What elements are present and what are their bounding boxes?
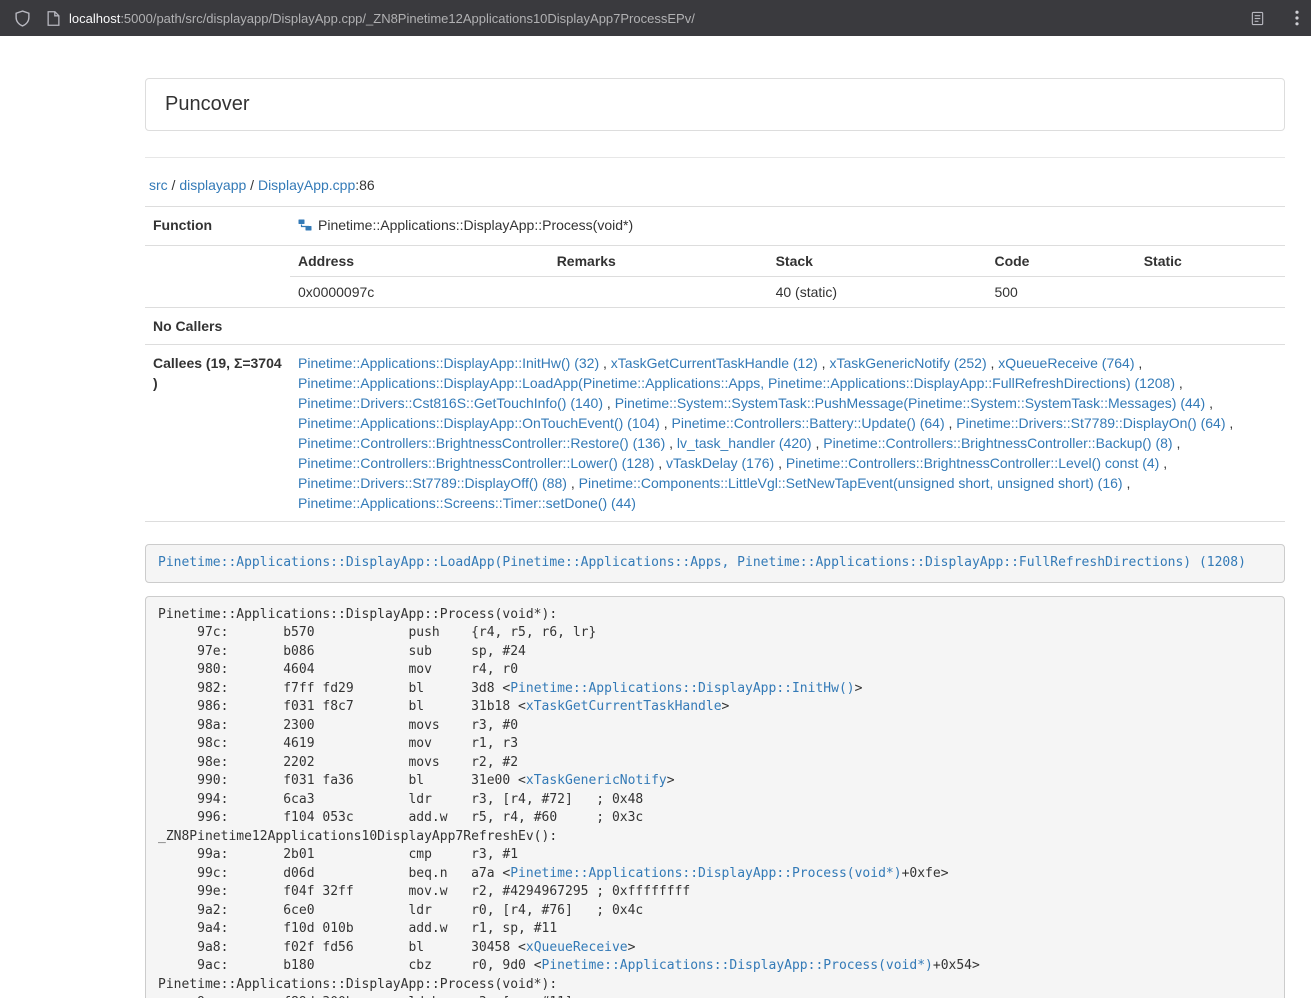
callee-link[interactable]: xQueueReceive (764): [998, 355, 1134, 371]
menu-kebab-icon[interactable]: [1295, 10, 1299, 26]
callee-link[interactable]: Pinetime::Controllers::BrightnessControl…: [823, 435, 1172, 451]
no-callers-cell: [290, 308, 1285, 345]
function-info-row: Address Remarks Stack Code Static 0x0000…: [145, 246, 1285, 308]
remarks-value: [549, 277, 768, 308]
breadcrumb-separator: /: [168, 177, 180, 193]
function-name-cell: Pinetime::Applications::DisplayApp::Proc…: [290, 207, 1285, 246]
column-header-static: Static: [1136, 246, 1285, 277]
column-header-address: Address: [290, 246, 549, 277]
callee-link[interactable]: Pinetime::Controllers::BrightnessControl…: [298, 435, 665, 451]
column-header-code: Code: [986, 246, 1135, 277]
function-info-table: Address Remarks Stack Code Static 0x0000…: [290, 246, 1285, 307]
url-bar[interactable]: localhost:5000/path/src/displayapp/Displ…: [47, 11, 1285, 26]
code-symbol-link[interactable]: Pinetime::Applications::DisplayApp::Init…: [510, 681, 854, 696]
url-path: :5000/path/src/displayapp/DisplayApp.cpp…: [120, 11, 695, 26]
address-value: 0x0000097c: [290, 277, 549, 308]
callee-link[interactable]: Pinetime::Components::LittleVgl::SetNewT…: [579, 475, 1123, 491]
stack-value: 40 (static): [768, 277, 987, 308]
code-symbol-link[interactable]: Pinetime::Applications::DisplayApp::Proc…: [510, 866, 901, 881]
callee-link[interactable]: Pinetime::Applications::Screens::Timer::…: [298, 495, 636, 511]
callee-link[interactable]: Pinetime::Drivers::St7789::DisplayOff() …: [298, 475, 567, 491]
url-host: localhost: [69, 11, 120, 26]
no-callers-label: No Callers: [145, 308, 290, 345]
callees-row: Callees (19, Σ=3704 ) Pinetime::Applicat…: [145, 345, 1285, 522]
column-header-stack: Stack: [768, 246, 987, 277]
callee-link[interactable]: Pinetime::System::SystemTask::PushMessag…: [615, 395, 1206, 411]
page-content: Puncover src / displayapp / DisplayApp.c…: [145, 36, 1285, 998]
breadcrumb: src / displayapp / DisplayApp.cpp:86: [149, 177, 1285, 193]
function-info-label-spacer: [145, 246, 290, 308]
breadcrumb-separator: /: [246, 177, 258, 193]
code-symbol-link[interactable]: xQueueReceive: [526, 940, 628, 955]
code-size-value: 500: [986, 277, 1135, 308]
code-symbol-link[interactable]: xTaskGenericNotify: [526, 773, 667, 788]
function-label: Function: [145, 207, 290, 246]
page-info-icon[interactable]: [47, 11, 60, 26]
code-symbol-link[interactable]: xTaskGetCurrentTaskHandle: [526, 699, 722, 714]
shield-icon[interactable]: [14, 10, 31, 27]
no-callers-row: No Callers: [145, 308, 1285, 345]
static-value: [1136, 277, 1285, 308]
info-value-row: 0x0000097c 40 (static) 500: [290, 277, 1285, 308]
reader-view-icon[interactable]: [1250, 11, 1265, 26]
callee-link[interactable]: lv_task_handler (420): [677, 435, 812, 451]
highlighted-symbol-box: Pinetime::Applications::DisplayApp::Load…: [145, 544, 1285, 583]
callee-link[interactable]: Pinetime::Applications::DisplayApp::OnTo…: [298, 415, 660, 431]
function-icon: [298, 217, 312, 237]
breadcrumb-line-number: :86: [355, 177, 374, 193]
function-name: Pinetime::Applications::DisplayApp::Proc…: [318, 217, 633, 233]
callees-cell: Pinetime::Applications::DisplayApp::Init…: [290, 345, 1285, 522]
callee-link[interactable]: Pinetime::Drivers::St7789::DisplayOn() (…: [956, 415, 1225, 431]
info-header-row: Address Remarks Stack Code Static: [290, 246, 1285, 277]
callees-label: Callees (19, Σ=3704 ): [145, 345, 290, 522]
callee-link[interactable]: xTaskGenericNotify (252): [829, 355, 986, 371]
callee-link[interactable]: xTaskGetCurrentTaskHandle (12): [611, 355, 818, 371]
callee-link[interactable]: Pinetime::Applications::DisplayApp::Load…: [298, 375, 1175, 391]
breadcrumb-displayapp[interactable]: displayapp: [179, 177, 246, 193]
function-info-cell: Address Remarks Stack Code Static 0x0000…: [290, 246, 1285, 308]
breadcrumb-file[interactable]: DisplayApp.cpp: [258, 177, 355, 193]
divider: [145, 157, 1285, 158]
callee-link[interactable]: Pinetime::Controllers::Battery::Update()…: [672, 415, 945, 431]
browser-toolbar: localhost:5000/path/src/displayapp/Displ…: [0, 0, 1311, 36]
page-title: Puncover: [165, 93, 1265, 116]
function-row: Function Pinetime::Applications::Display…: [145, 207, 1285, 246]
callee-link[interactable]: Pinetime::Controllers::BrightnessControl…: [298, 455, 654, 471]
column-header-remarks: Remarks: [549, 246, 768, 277]
code-symbol-link[interactable]: Pinetime::Applications::DisplayApp::Proc…: [542, 958, 933, 973]
callee-link[interactable]: Pinetime::Drivers::Cst816S::GetTouchInfo…: [298, 395, 603, 411]
callee-link[interactable]: Pinetime::Controllers::BrightnessControl…: [786, 455, 1159, 471]
highlighted-symbol-link[interactable]: Pinetime::Applications::DisplayApp::Load…: [158, 555, 1246, 570]
function-table: Function Pinetime::Applications::Display…: [145, 206, 1285, 522]
breadcrumb-src[interactable]: src: [149, 177, 168, 193]
callee-link[interactable]: Pinetime::Applications::DisplayApp::Init…: [298, 355, 599, 371]
callee-link[interactable]: vTaskDelay (176): [666, 455, 774, 471]
app-header-panel: Puncover: [145, 78, 1285, 131]
disassembly-code: Pinetime::Applications::DisplayApp::Proc…: [145, 596, 1285, 998]
url-text: localhost:5000/path/src/displayapp/Displ…: [69, 11, 1250, 26]
